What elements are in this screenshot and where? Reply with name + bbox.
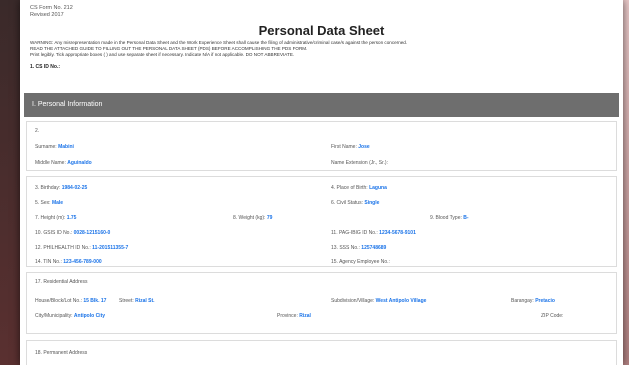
height-value: 1.75 [66,215,77,221]
tin-field: 14. TIN No.: 123-456-789-000 [35,259,102,265]
print-note: Print legibly. Tick appropriate boxes ( … [30,52,295,58]
tin-value: 123-456-789-000 [63,259,102,265]
residential-address-block: 17. Residential Address House/Block/Lot … [26,272,617,334]
sss-value: 125748689 [361,245,387,251]
city-value: Antipolo City [73,313,106,319]
middle-name-field: Middle Name: Aguinaldo [35,160,92,166]
surname-value: Mabini [58,144,74,150]
cs-id-label: 1. CS ID No.: [30,64,61,70]
blood-type-field: 9. Blood Type: B- [430,215,469,221]
weight-field: 8. Weight (kg): 79 [233,215,273,221]
agency-employee-field: 15. Agency Employee No.: [331,259,390,265]
form-header: CS Form No. 212 Revised 2017 Personal Da… [20,0,623,108]
sex-value: Male [51,200,64,206]
street-value: Rizal St. [135,298,155,304]
first-name-field: First Name: Jose [331,144,370,150]
philhealth-field: 12. PHILHEALTH ID No.: 11-201511355-7 [35,245,129,251]
page-title: Personal Data Sheet [258,23,385,38]
gsis-field: 10. GSIS ID No.: 0028-1215160-0 [35,230,111,236]
sex-field: 5. Sex: Male [35,200,64,206]
form-instructions: WARNING: Any misrepresentation made in t… [30,40,615,59]
background-left [0,0,20,365]
form-number: CS Form No. 212 [30,5,73,11]
province-value: Rizal [299,313,311,319]
pagibig-field: 11. PAG-IBIG ID No.: 1234-5678-9101 [331,230,416,236]
name-extension-field: Name Extension (Jr., Sr.): [331,160,388,166]
city-field: City/Municipality: Antipolo City [35,313,106,319]
weight-value: 79 [266,215,273,221]
subdivision-field: Subdivision/Village: West Antipolo Villa… [331,298,427,304]
birthplace-value: Laguna [369,185,387,191]
first-name-value: Jose [358,144,370,150]
section-title: I. Personal Information [32,101,103,108]
house-value: 15 Blk. 17 [83,298,107,304]
height-field: 7. Height (m): 1.75 [35,215,77,221]
barangay-value: Pretacio [535,298,555,304]
form-revision: Revised 2017 [30,12,64,18]
name-block-number: 2. [35,128,40,134]
permanent-address-header: 18. Permanent Address [35,350,88,356]
zip-code-field: ZIP Code: [541,313,564,319]
birthplace-field: 4. Place of Birth: Laguna [331,185,387,191]
middle-name-value: Aguinaldo [67,160,92,166]
permanent-address-block: 18. Permanent Address [26,340,617,365]
sss-field: 13. SSS No.: 125748689 [331,245,387,251]
residential-address-header: 17. Residential Address [35,279,88,285]
birthday-value: 1984-02-25 [61,185,88,191]
subdivision-value: West Antipolo Village [375,298,427,304]
barangay-field: Barangay: Pretacio [511,298,555,304]
house-field: House/Block/Lot No.: 15 Blk. 17 [35,298,107,304]
street-field: Street: Rizal St. [119,298,155,304]
province-field: Province: Rizal [277,313,311,319]
pds-sheet: CS Form No. 212 Revised 2017 Personal Da… [20,0,623,365]
blood-type-value: B- [463,215,469,221]
philhealth-value: 11-201511355-7 [92,245,129,251]
civil-status-field: 6. Civil Status: Single [331,200,380,206]
details-block: 3. Birthday: 1984-02-25 4. Place of Birt… [26,176,617,267]
section-personal-info: I. Personal Information [24,93,619,117]
civil-status-value: Single [364,200,380,206]
birthday-field: 3. Birthday: 1984-02-25 [35,185,88,191]
pagibig-value: 1234-5678-9101 [379,230,416,236]
gsis-value: 0028-1215160-0 [73,230,111,236]
name-block: 2. Surname: Mabini First Name: Jose Midd… [26,121,617,171]
surname-field: Surname: Mabini [35,144,74,150]
